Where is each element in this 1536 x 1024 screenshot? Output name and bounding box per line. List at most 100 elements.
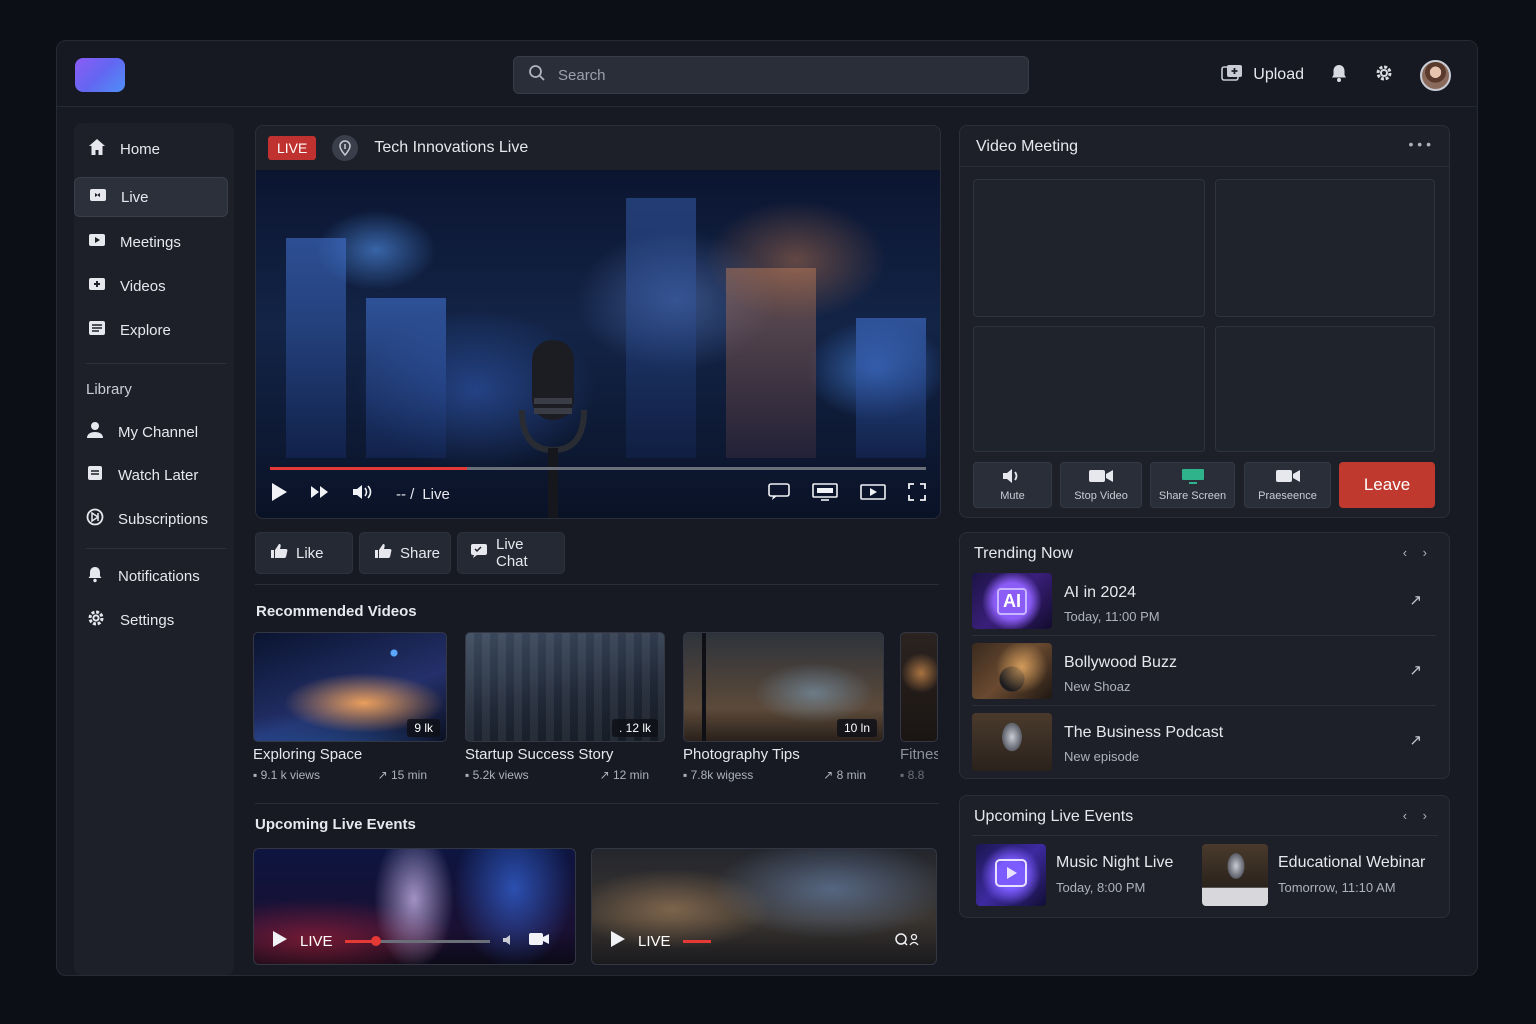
leave-button[interactable]: Leave (1339, 462, 1435, 508)
video-card[interactable]: 10 ln Photography Tips ▪ 7.8k wigess ↗ 8… (683, 632, 884, 782)
video-player: LIVE Tech Innovations Live -- / Live (255, 125, 941, 519)
live-chat-label: Live Chat (496, 536, 528, 570)
bell-icon[interactable] (1330, 63, 1348, 88)
video-views: 9.1 k views (260, 768, 320, 782)
recommended-heading: Recommended Videos (256, 603, 417, 620)
trending-thumbnail (972, 643, 1052, 699)
speaker-icon (1002, 468, 1024, 487)
video-card[interactable]: Fitnes ▪ 8.8 (900, 632, 938, 782)
sidebar-item-live[interactable]: Live (74, 177, 228, 217)
gear-icon[interactable] (1374, 63, 1394, 88)
sidebar-item-label: My Channel (118, 423, 199, 441)
fullscreen-icon[interactable] (908, 483, 926, 505)
event-progress-bar[interactable] (682, 939, 711, 943)
carousel-arrows[interactable]: ‹ › (1403, 808, 1433, 823)
avatar[interactable] (1420, 59, 1451, 91)
event-thumbnail[interactable] (1202, 844, 1268, 906)
sidebar-item-subscriptions[interactable]: Subscriptions (74, 499, 228, 539)
home-icon (88, 138, 106, 160)
channel-icon[interactable] (332, 135, 359, 161)
participant-tile[interactable] (1215, 179, 1435, 317)
reminder-icon[interactable] (894, 932, 920, 950)
carousel-arrows[interactable]: ‹ › (1403, 545, 1433, 560)
share-screen-button[interactable]: Share Screen (1150, 462, 1235, 508)
video-thumbnail[interactable]: 9 lk (253, 632, 447, 742)
app-logo[interactable] (75, 58, 125, 92)
watch-later-icon (86, 465, 104, 485)
share-button[interactable]: Share (359, 532, 451, 574)
search-bar[interactable] (513, 56, 1029, 94)
trending-item[interactable]: Bollywood Buzz New Shoaz ↗ (972, 643, 1436, 707)
sidebar-item-explore[interactable]: Explore (74, 310, 228, 350)
video-title: Fitnes (900, 746, 938, 763)
upload-button[interactable]: Upload (1221, 64, 1304, 87)
trending-item[interactable]: AI AI in 2024 Today, 11:00 PM ↗ (972, 573, 1436, 637)
event-thumbnail[interactable] (976, 844, 1046, 906)
mute-button[interactable]: Mute (973, 462, 1052, 508)
ai-icon: AI (997, 587, 1027, 615)
video-thumbnail[interactable]: . 12 lk (465, 632, 665, 742)
sidebar-item-home[interactable]: Home (74, 129, 228, 169)
sidebar-item-my-channel[interactable]: My Channel (74, 412, 228, 452)
play-icon[interactable] (272, 930, 288, 952)
chat-icon[interactable] (768, 483, 790, 505)
divider (255, 584, 939, 585)
header-actions: Upload (1221, 58, 1451, 92)
sidebar-item-watch-later[interactable]: Watch Later (74, 455, 228, 495)
divider (972, 835, 1438, 836)
progress-bar[interactable] (270, 467, 926, 470)
bell-icon (86, 565, 104, 587)
cast-icon[interactable] (812, 483, 838, 505)
trending-heading: Trending Now (974, 545, 1074, 562)
upload-label: Upload (1253, 66, 1304, 83)
video-frame[interactable]: -- / Live (256, 170, 940, 518)
open-arrow-icon[interactable]: ↗ (1409, 661, 1422, 679)
sidebar-item-videos[interactable]: Videos (74, 266, 228, 306)
participant-tile[interactable] (973, 326, 1205, 452)
sidebar-item-label: Live (121, 188, 149, 206)
video-title: Exploring Space (253, 746, 363, 763)
participant-tile[interactable] (1215, 326, 1435, 452)
volume-icon[interactable] (502, 933, 516, 950)
like-button[interactable]: Like (255, 532, 353, 574)
sidebar-item-meetings[interactable]: Meetings (74, 222, 228, 262)
video-duration: 15 min (390, 768, 427, 782)
stop-video-button[interactable]: Stop Video (1060, 462, 1142, 508)
play-icon[interactable] (270, 482, 288, 506)
trending-thumbnail: AI (972, 573, 1052, 629)
live-chat-button[interactable]: Live Chat (457, 532, 565, 574)
open-arrow-icon[interactable]: ↗ (1409, 731, 1422, 749)
camera-icon[interactable] (528, 932, 550, 950)
sidebar-item-settings[interactable]: Settings (74, 600, 228, 640)
live-event-card[interactable]: LIVE (591, 848, 937, 965)
skip-forward-icon[interactable] (310, 485, 330, 503)
event-progress-bar[interactable] (344, 935, 490, 946)
video-title: Photography Tips (683, 746, 800, 763)
share-icon (374, 543, 392, 563)
video-thumbnail[interactable]: 10 ln (683, 632, 884, 742)
share-screen-label: Share Screen (1158, 490, 1227, 502)
more-options-icon[interactable]: • • • (1409, 136, 1431, 152)
top-bar: Upload (57, 41, 1477, 107)
live-status: Live (422, 485, 450, 503)
trending-title: AI in 2024 (1064, 584, 1137, 601)
live-event-card[interactable]: LIVE (253, 848, 576, 965)
search-input[interactable] (558, 66, 978, 84)
trending-panel: Trending Now ‹ › AI AI in 2024 Today, 11… (959, 532, 1450, 779)
volume-icon[interactable] (352, 483, 374, 505)
presence-label: Praeseence (1258, 490, 1317, 502)
sidebar-item-label: Explore (120, 321, 171, 339)
open-arrow-icon[interactable]: ↗ (1409, 591, 1422, 609)
video-card[interactable]: 9 lk Exploring Space ▪ 9.1 k views ↗ 15 … (253, 632, 447, 782)
sidebar-item-notifications[interactable]: Notifications (74, 556, 228, 596)
play-icon[interactable] (610, 930, 626, 952)
share-screen-icon (1181, 468, 1205, 487)
theater-mode-icon[interactable] (860, 483, 886, 505)
participant-tile[interactable] (973, 179, 1205, 317)
video-meta: ▪ 5.2k views ↗ 12 min (465, 768, 649, 782)
live-badge: LIVE (268, 136, 317, 160)
trending-item[interactable]: The Business Podcast New episode ↗ (972, 713, 1436, 777)
presence-button[interactable]: Praeseence (1244, 462, 1331, 508)
video-card[interactable]: . 12 lk Startup Success Story ▪ 5.2k vie… (465, 632, 665, 782)
video-thumbnail[interactable] (900, 632, 938, 742)
